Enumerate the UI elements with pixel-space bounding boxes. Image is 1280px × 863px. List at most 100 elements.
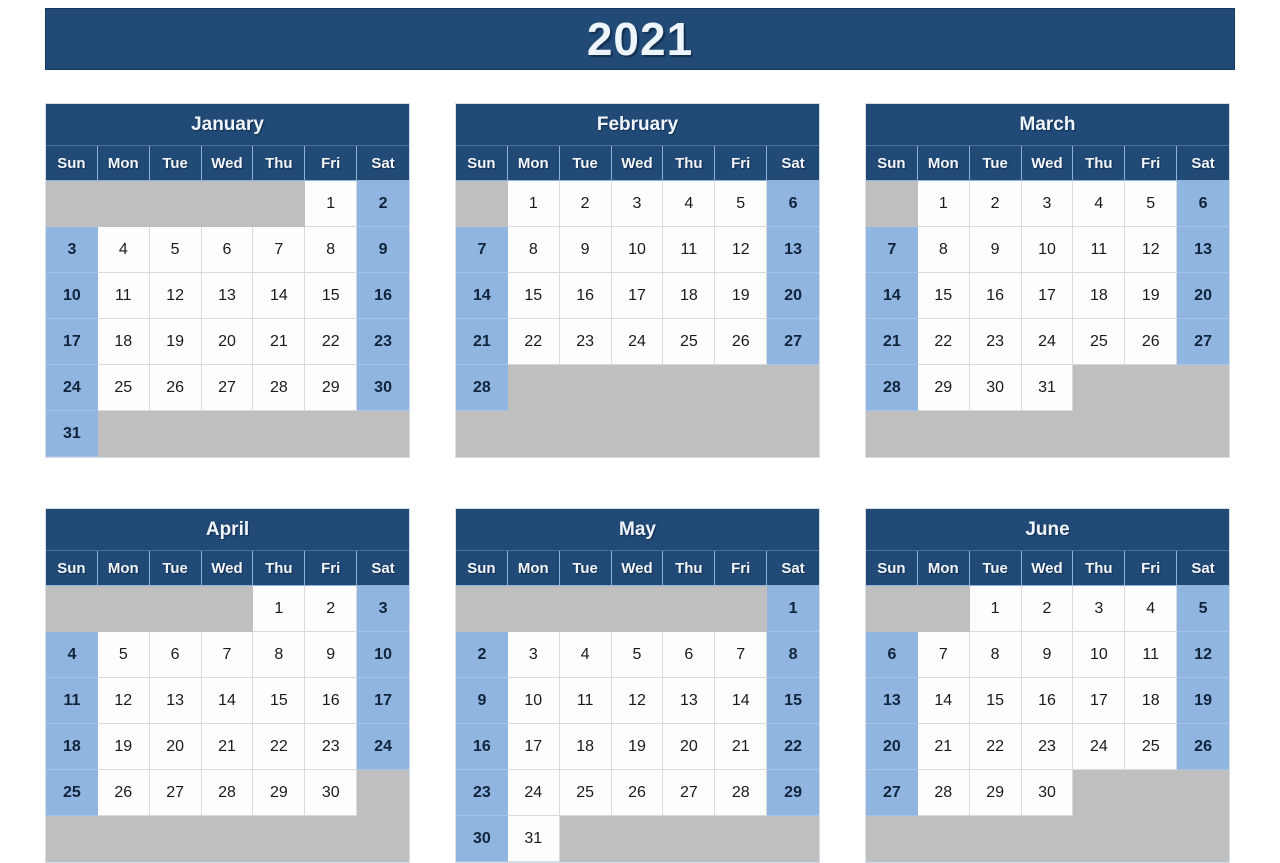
day-cell[interactable]: 23 bbox=[1021, 724, 1074, 770]
day-cell[interactable]: 4 bbox=[46, 632, 98, 678]
day-cell[interactable]: 28 bbox=[201, 770, 254, 816]
day-cell[interactable]: 25 bbox=[1073, 319, 1126, 365]
day-cell[interactable]: 4 bbox=[663, 181, 716, 227]
day-cell[interactable]: 6 bbox=[767, 181, 819, 227]
day-cell[interactable]: 9 bbox=[456, 678, 508, 724]
day-cell[interactable]: 1 bbox=[253, 586, 306, 632]
day-cell[interactable]: 25 bbox=[663, 319, 716, 365]
day-cell[interactable]: 22 bbox=[917, 319, 970, 365]
day-cell[interactable]: 23 bbox=[305, 724, 358, 770]
day-cell[interactable]: 12 bbox=[611, 678, 664, 724]
day-cell[interactable]: 10 bbox=[611, 227, 664, 273]
day-cell[interactable]: 26 bbox=[611, 770, 664, 816]
day-cell[interactable]: 13 bbox=[866, 678, 918, 724]
day-cell[interactable]: 14 bbox=[917, 678, 970, 724]
day-cell[interactable]: 28 bbox=[866, 365, 918, 411]
day-cell[interactable]: 30 bbox=[969, 365, 1022, 411]
day-cell[interactable]: 14 bbox=[866, 273, 918, 319]
day-cell[interactable]: 12 bbox=[1125, 227, 1178, 273]
day-cell[interactable]: 30 bbox=[305, 770, 358, 816]
day-cell[interactable]: 9 bbox=[357, 227, 409, 273]
day-cell[interactable]: 19 bbox=[97, 724, 150, 770]
day-cell[interactable]: 17 bbox=[357, 678, 409, 724]
day-cell[interactable]: 9 bbox=[305, 632, 358, 678]
day-cell[interactable]: 30 bbox=[357, 365, 409, 411]
day-cell[interactable]: 27 bbox=[149, 770, 202, 816]
day-cell[interactable]: 7 bbox=[866, 227, 918, 273]
day-cell[interactable]: 28 bbox=[253, 365, 306, 411]
day-cell[interactable]: 15 bbox=[917, 273, 970, 319]
day-cell[interactable]: 25 bbox=[46, 770, 98, 816]
day-cell[interactable]: 20 bbox=[767, 273, 819, 319]
day-cell[interactable]: 1 bbox=[767, 586, 819, 632]
day-cell[interactable]: 17 bbox=[1073, 678, 1126, 724]
day-cell[interactable]: 16 bbox=[357, 273, 409, 319]
day-cell[interactable]: 10 bbox=[46, 273, 98, 319]
day-cell[interactable]: 24 bbox=[1073, 724, 1126, 770]
day-cell[interactable]: 11 bbox=[1073, 227, 1126, 273]
day-cell[interactable]: 2 bbox=[305, 586, 358, 632]
day-cell[interactable]: 14 bbox=[715, 678, 768, 724]
day-cell[interactable]: 12 bbox=[715, 227, 768, 273]
day-cell[interactable]: 20 bbox=[1177, 273, 1229, 319]
day-cell[interactable]: 19 bbox=[611, 724, 664, 770]
day-cell[interactable]: 5 bbox=[1177, 586, 1229, 632]
day-cell[interactable]: 21 bbox=[715, 724, 768, 770]
day-cell[interactable]: 15 bbox=[305, 273, 358, 319]
day-cell[interactable]: 3 bbox=[357, 586, 409, 632]
day-cell[interactable]: 16 bbox=[559, 273, 612, 319]
day-cell[interactable]: 21 bbox=[917, 724, 970, 770]
day-cell[interactable]: 23 bbox=[559, 319, 612, 365]
day-cell[interactable]: 24 bbox=[507, 770, 560, 816]
day-cell[interactable]: 13 bbox=[1177, 227, 1229, 273]
day-cell[interactable]: 18 bbox=[97, 319, 150, 365]
day-cell[interactable]: 8 bbox=[767, 632, 819, 678]
day-cell[interactable]: 21 bbox=[866, 319, 918, 365]
day-cell[interactable]: 22 bbox=[305, 319, 358, 365]
day-cell[interactable]: 7 bbox=[253, 227, 306, 273]
day-cell[interactable]: 20 bbox=[149, 724, 202, 770]
day-cell[interactable]: 18 bbox=[1073, 273, 1126, 319]
day-cell[interactable]: 29 bbox=[253, 770, 306, 816]
day-cell[interactable]: 16 bbox=[1021, 678, 1074, 724]
day-cell[interactable]: 5 bbox=[149, 227, 202, 273]
day-cell[interactable]: 15 bbox=[507, 273, 560, 319]
day-cell[interactable]: 4 bbox=[1125, 586, 1178, 632]
day-cell[interactable]: 4 bbox=[1073, 181, 1126, 227]
day-cell[interactable]: 19 bbox=[149, 319, 202, 365]
day-cell[interactable]: 10 bbox=[507, 678, 560, 724]
day-cell[interactable]: 23 bbox=[357, 319, 409, 365]
day-cell[interactable]: 11 bbox=[663, 227, 716, 273]
day-cell[interactable]: 19 bbox=[1177, 678, 1229, 724]
day-cell[interactable]: 2 bbox=[357, 181, 409, 227]
day-cell[interactable]: 17 bbox=[507, 724, 560, 770]
day-cell[interactable]: 15 bbox=[969, 678, 1022, 724]
day-cell[interactable]: 18 bbox=[46, 724, 98, 770]
day-cell[interactable]: 26 bbox=[1125, 319, 1178, 365]
day-cell[interactable]: 31 bbox=[1021, 365, 1074, 411]
day-cell[interactable]: 26 bbox=[97, 770, 150, 816]
day-cell[interactable]: 4 bbox=[97, 227, 150, 273]
day-cell[interactable]: 10 bbox=[1021, 227, 1074, 273]
day-cell[interactable]: 6 bbox=[866, 632, 918, 678]
day-cell[interactable]: 2 bbox=[456, 632, 508, 678]
day-cell[interactable]: 6 bbox=[201, 227, 254, 273]
day-cell[interactable]: 11 bbox=[97, 273, 150, 319]
day-cell[interactable]: 22 bbox=[767, 724, 819, 770]
day-cell[interactable]: 16 bbox=[305, 678, 358, 724]
day-cell[interactable]: 2 bbox=[1021, 586, 1074, 632]
day-cell[interactable]: 24 bbox=[46, 365, 98, 411]
day-cell[interactable]: 8 bbox=[507, 227, 560, 273]
day-cell[interactable]: 30 bbox=[1021, 770, 1074, 816]
day-cell[interactable]: 20 bbox=[866, 724, 918, 770]
day-cell[interactable]: 24 bbox=[357, 724, 409, 770]
day-cell[interactable]: 29 bbox=[767, 770, 819, 816]
day-cell[interactable]: 5 bbox=[611, 632, 664, 678]
day-cell[interactable]: 26 bbox=[149, 365, 202, 411]
day-cell[interactable]: 29 bbox=[969, 770, 1022, 816]
day-cell[interactable]: 12 bbox=[149, 273, 202, 319]
day-cell[interactable]: 10 bbox=[1073, 632, 1126, 678]
day-cell[interactable]: 22 bbox=[507, 319, 560, 365]
day-cell[interactable]: 7 bbox=[715, 632, 768, 678]
day-cell[interactable]: 8 bbox=[305, 227, 358, 273]
